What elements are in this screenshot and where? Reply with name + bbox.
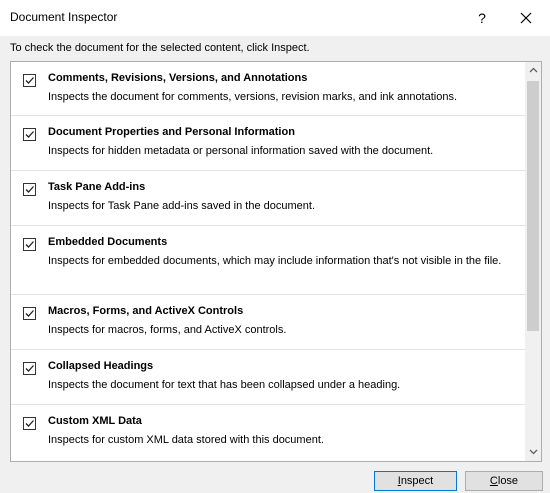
item-title: Comments, Revisions, Versions, and Annot… [48,72,308,84]
item-title: Custom XML Data [48,415,142,427]
list-item-macros-forms: Macros, Forms, and ActiveX Controls Insp… [11,295,525,350]
inspection-list: Comments, Revisions, Versions, and Annot… [11,62,525,461]
checkbox-macros-forms[interactable] [23,307,36,320]
item-description: Inspects the document for comments, vers… [48,91,458,103]
item-title: Collapsed Headings [48,360,154,372]
checkbox-custom-xml[interactable] [23,417,36,430]
checkmark-icon [25,241,34,248]
checkmark-icon [25,310,34,317]
item-description: Inspects the document for text that has … [48,379,401,391]
list-item-comments-revisions: Comments, Revisions, Versions, and Annot… [11,62,525,116]
scroll-down-button[interactable] [525,444,541,461]
inspection-list-box: Comments, Revisions, Versions, and Annot… [10,61,542,462]
item-description: Inspects for custom XML data stored with… [48,434,324,446]
checkbox-task-pane-addins[interactable] [23,183,36,196]
item-title: Macros, Forms, and ActiveX Controls [48,305,244,317]
item-description: Inspects for hidden metadata or personal… [48,145,434,157]
list-item-embedded-documents: Embedded Documents Inspects for embedded… [11,226,525,295]
vertical-scrollbar[interactable] [525,62,541,461]
close-icon [520,12,532,24]
checkbox-document-properties[interactable] [23,128,36,141]
scroll-up-button[interactable] [525,62,541,79]
item-description: Inspects for embedded documents, which m… [48,255,502,267]
help-button[interactable]: ? [466,6,498,30]
checkmark-icon [25,365,34,372]
instruction-text: To check the document for the selected c… [10,42,310,54]
item-title: Document Properties and Personal Informa… [48,126,295,138]
checkbox-comments-revisions[interactable] [23,74,36,87]
item-description: Inspects for Task Pane add-ins saved in … [48,200,316,212]
inspect-button[interactable]: Inspect [374,471,457,491]
chevron-down-icon [529,449,537,455]
title-bar: Document Inspector ? [0,0,550,36]
list-item-task-pane-addins: Task Pane Add-ins Inspects for Task Pane… [11,171,525,226]
list-item-document-properties: Document Properties and Personal Informa… [11,116,525,171]
document-inspector-dialog: Document Inspector ? To check the docume… [0,0,550,493]
checkmark-icon [25,186,34,193]
list-item-custom-xml: Custom XML Data Inspects for custom XML … [11,405,525,461]
close-window-button[interactable] [506,6,546,30]
checkmark-icon [25,131,34,138]
checkmark-icon [25,77,34,84]
checkbox-collapsed-headings[interactable] [23,362,36,375]
checkbox-embedded-documents[interactable] [23,238,36,251]
checkmark-icon [25,420,34,427]
item-title: Task Pane Add-ins [48,181,146,193]
scrollbar-thumb[interactable] [527,81,539,331]
close-button[interactable]: Close [465,471,543,491]
chevron-up-icon [529,67,537,73]
item-title: Embedded Documents [48,236,168,248]
list-item-collapsed-headings: Collapsed Headings Inspects the document… [11,350,525,405]
window-title: Document Inspector [10,10,118,24]
item-description: Inspects for macros, forms, and ActiveX … [48,324,287,336]
